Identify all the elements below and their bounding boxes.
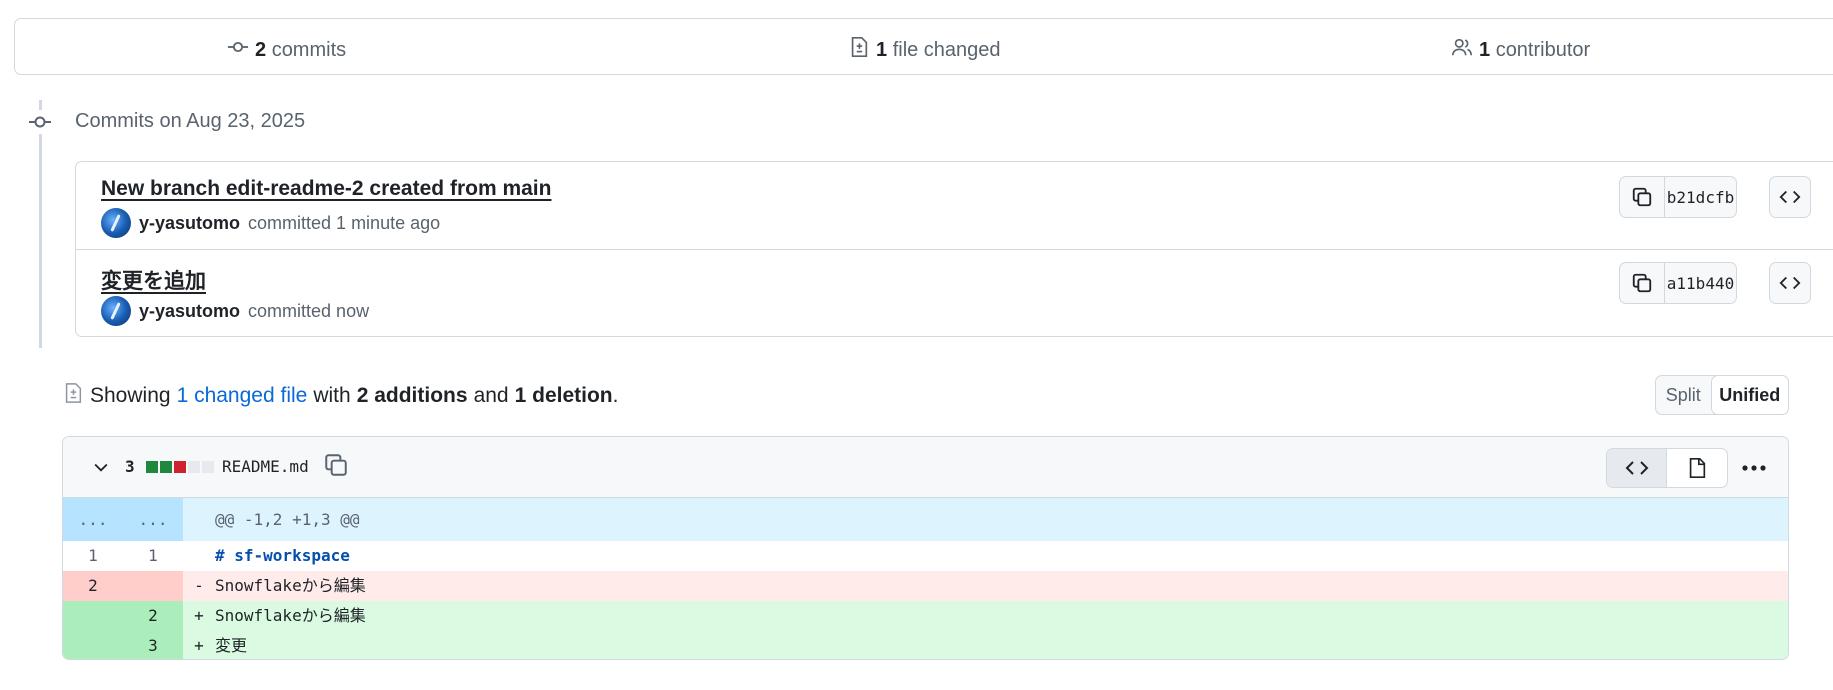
expand-up-button[interactable]: ...	[63, 498, 123, 541]
showing-and: and	[473, 384, 509, 407]
diffstat-bar	[146, 461, 214, 473]
browse-repo-button[interactable]	[1769, 176, 1811, 218]
hunk-header-text: @@ -1,2 +1,3 @@	[215, 510, 360, 529]
split-view-button[interactable]: Split	[1656, 376, 1711, 414]
commit-author-link[interactable]: y-yasutomo	[139, 301, 240, 322]
line-text: Snowflakeから編集	[215, 576, 366, 595]
diff-line-deleted: 2 - Snowflakeから編集	[63, 571, 1788, 601]
avatar[interactable]	[101, 296, 131, 326]
deletions-count: 1 deletion	[514, 384, 613, 407]
line-sign	[183, 541, 215, 571]
diff-summary-line: Showing 1 changed file with 2 additions …	[62, 382, 618, 410]
line-code: + 変更	[183, 631, 1788, 659]
browse-repo-button[interactable]	[1769, 262, 1811, 304]
view-file-button[interactable]	[1667, 449, 1727, 487]
line-sign: +	[194, 636, 204, 655]
line-sign: +	[194, 606, 204, 625]
line-text: Snowflakeから編集	[215, 606, 366, 625]
diff-hunk-header: ... ... @@ -1,2 +1,3 @@	[63, 498, 1788, 541]
old-line-number[interactable]: 2	[63, 571, 123, 601]
avatar[interactable]	[101, 208, 131, 238]
file-icon	[1689, 458, 1706, 478]
commit-time: committed 1 minute ago	[248, 212, 441, 233]
copy-sha-button[interactable]	[1619, 176, 1665, 218]
files-label: file changed	[892, 38, 1001, 61]
diff-line-added: 2 + Snowflakeから編集	[63, 601, 1788, 631]
code-icon	[1779, 190, 1801, 204]
commit-meta: y-yasutomo committed now	[101, 296, 369, 326]
contributors-summary[interactable]: 1 contributor	[1451, 36, 1590, 64]
commits-summary[interactable]: 2 commits	[227, 36, 346, 64]
showing-with: with	[313, 384, 351, 407]
diffstat-block	[174, 461, 186, 473]
people-icon	[1451, 36, 1473, 64]
line-text: 変更	[215, 636, 248, 655]
diffstat-block	[160, 461, 172, 473]
chevron-down-icon[interactable]	[91, 457, 111, 482]
copy-icon	[325, 454, 347, 476]
new-line-number[interactable]	[123, 571, 183, 601]
diffstat-block	[202, 461, 214, 473]
showing-period: .	[612, 384, 619, 407]
line-code: + Snowflakeから編集	[183, 601, 1788, 631]
old-line-number[interactable]	[63, 631, 123, 659]
timeline-line	[39, 100, 42, 348]
file-name-link[interactable]: README.md	[222, 457, 309, 476]
code-icon	[1779, 276, 1801, 290]
line-sign: -	[194, 576, 204, 595]
commit-sha-link[interactable]: a11b440	[1665, 262, 1737, 304]
diff-file: 3 README.md ... ... @@ -1,2 +1,3 @@ 1 1 …	[62, 436, 1789, 660]
old-line-number[interactable]	[63, 601, 123, 631]
diffstat-block	[146, 461, 158, 473]
commit-list: New branch edit-readme-2 created from ma…	[75, 161, 1833, 337]
kebab-horizontal-icon[interactable]	[1739, 455, 1769, 481]
file-view-toggle	[1606, 448, 1728, 488]
diff-line: 1 1 # sf-workspace	[63, 541, 1788, 571]
showing-prefix: Showing	[90, 384, 171, 407]
git-commit-icon	[227, 36, 249, 64]
unified-view-button[interactable]: Unified	[1710, 375, 1789, 415]
new-line-number[interactable]: 2	[123, 601, 183, 631]
commit-sha-link[interactable]: b21dcfb	[1665, 176, 1737, 218]
files-changed-summary[interactable]: 1 file changed	[848, 36, 1001, 64]
commit-author-link[interactable]: y-yasutomo	[139, 213, 240, 234]
commit-time: committed now	[248, 300, 370, 321]
additions-count: 2 additions	[356, 384, 468, 407]
pull-request-summary-bar: 2 commits 1 file changed 1 contributor	[14, 18, 1833, 75]
file-diff-icon	[848, 36, 870, 64]
files-count: 1	[876, 38, 888, 61]
copy-icon	[1632, 187, 1652, 207]
commits-count: 2	[255, 38, 267, 61]
diff-line-added: 3 + 変更	[63, 631, 1788, 659]
commit-row: 変更を追加 y-yasutomo committed now a11b440	[76, 250, 1833, 338]
git-commit-icon	[26, 110, 54, 134]
change-count: 3	[125, 457, 135, 476]
new-line-number[interactable]: 1	[123, 541, 183, 571]
copy-sha-button[interactable]	[1619, 262, 1665, 304]
line-text: # sf-workspace	[215, 546, 350, 565]
new-line-number[interactable]: 3	[123, 631, 183, 659]
copy-icon	[1632, 273, 1652, 293]
code-icon	[1625, 461, 1648, 475]
commit-row: New branch edit-readme-2 created from ma…	[76, 162, 1833, 250]
contributors-label: contributor	[1495, 38, 1591, 61]
changed-files-link[interactable]: 1 changed file	[177, 384, 308, 408]
diff-view-toggle: Split Unified	[1655, 375, 1789, 415]
expand-down-button[interactable]: ...	[123, 498, 183, 541]
copy-path-button[interactable]	[323, 452, 349, 483]
view-source-button[interactable]	[1607, 449, 1668, 487]
old-line-number[interactable]: 1	[63, 541, 123, 571]
contributors-count: 1	[1479, 38, 1491, 61]
diffstat-block	[188, 461, 200, 473]
commit-title-link[interactable]: 変更を追加	[101, 265, 206, 295]
line-code: - Snowflakeから編集	[183, 571, 1788, 601]
commit-title-link[interactable]: New branch edit-readme-2 created from ma…	[101, 177, 551, 201]
file-diff-icon	[62, 382, 84, 410]
diff-file-header: 3 README.md	[63, 437, 1788, 498]
line-code: # sf-workspace	[183, 541, 1788, 571]
commits-label: commits	[271, 38, 347, 61]
commit-meta: y-yasutomo committed 1 minute ago	[101, 208, 440, 238]
commits-date-heading: Commits on Aug 23, 2025	[75, 110, 306, 132]
